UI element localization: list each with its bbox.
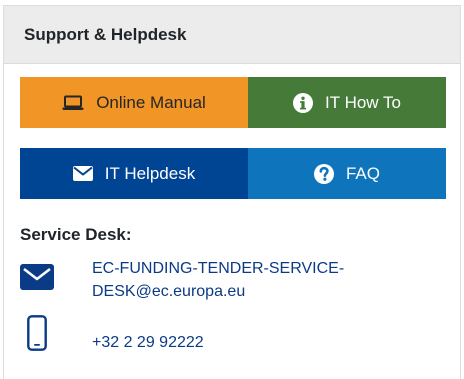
it-how-to-button[interactable]: IT How To (248, 77, 446, 128)
envelope-icon (20, 263, 54, 291)
online-manual-button[interactable]: Online Manual (20, 77, 248, 128)
service-desk-title: Service Desk: (20, 225, 132, 244)
faq-button[interactable]: FAQ (248, 148, 446, 199)
it-how-to-label: IT How To (325, 92, 401, 112)
panel-title: Support & Helpdesk (4, 6, 460, 64)
email-line-2: DESK@ec.europa.eu (92, 283, 246, 300)
service-desk-email-link[interactable]: EC-FUNDING-TENDER-SERVICE- DESK@ec.europ… (92, 257, 422, 303)
envelope-icon (72, 166, 93, 181)
it-helpdesk-label: IT Helpdesk (104, 163, 196, 183)
online-manual-label: Online Manual (96, 92, 206, 112)
question-circle-icon (313, 163, 334, 184)
faq-label: FAQ (345, 163, 380, 183)
service-desk-phone-link[interactable]: +32 2 29 92222 (92, 331, 204, 354)
it-helpdesk-button[interactable]: IT Helpdesk (20, 148, 248, 199)
laptop-icon (62, 95, 84, 111)
mobile-phone-icon (26, 315, 48, 351)
email-line-1: EC-FUNDING-TENDER-SERVICE- (92, 260, 345, 277)
info-circle-icon (293, 92, 314, 113)
